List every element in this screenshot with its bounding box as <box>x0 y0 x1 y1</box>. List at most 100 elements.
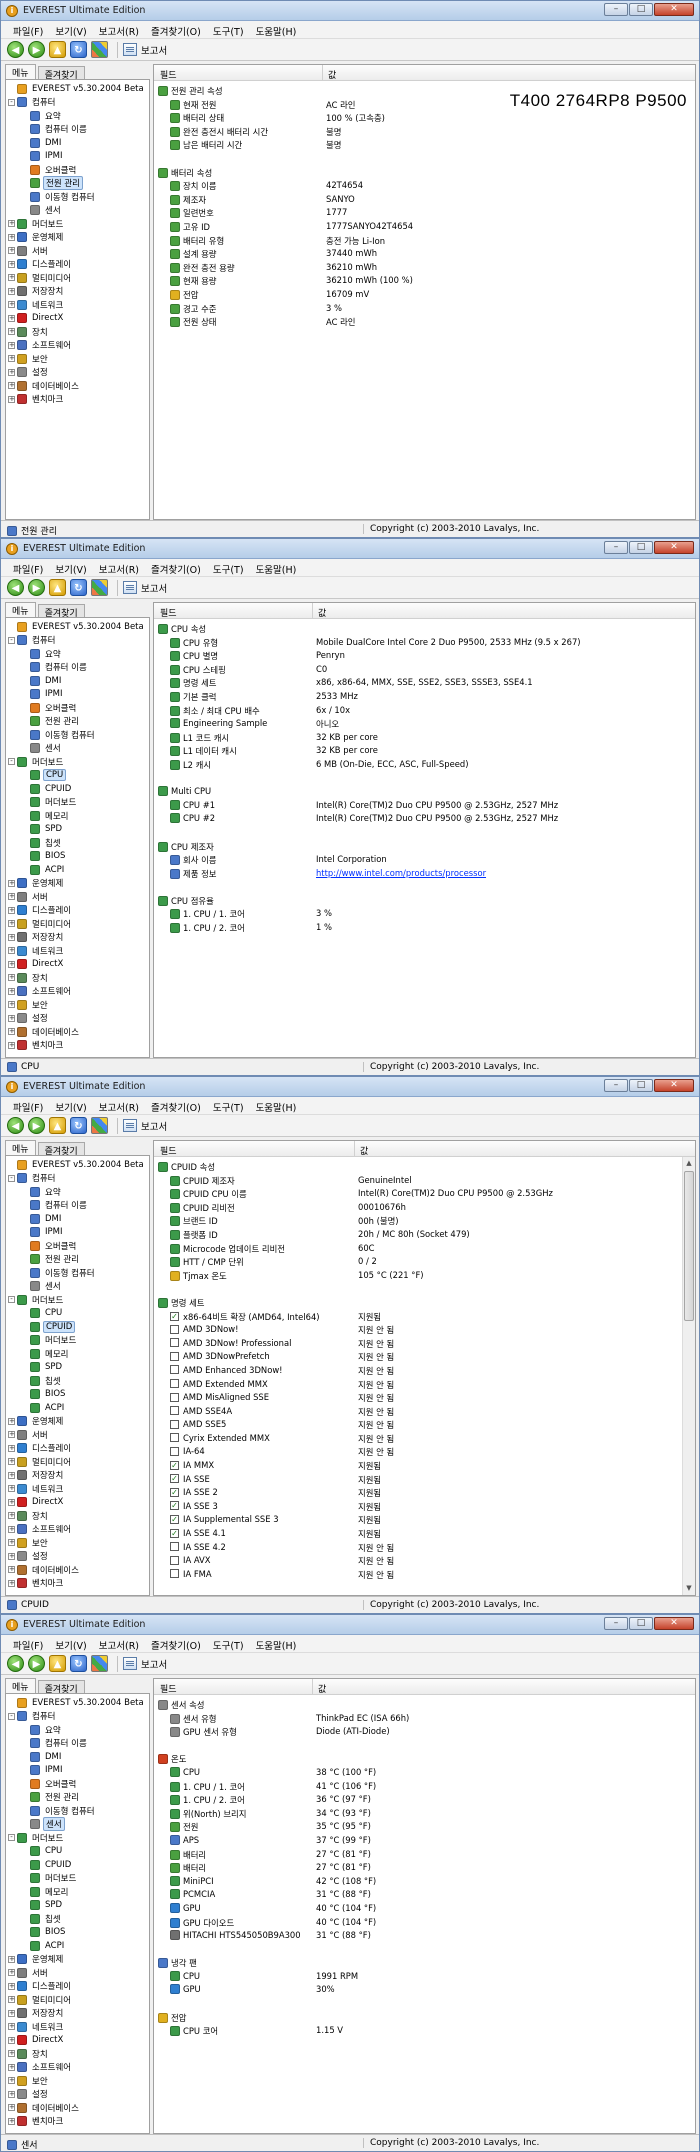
minimize-button[interactable]: – <box>604 3 628 16</box>
table-row[interactable]: GPU 센서 유형 Diode (ATI-Diode) <box>154 1725 695 1739</box>
expand-icon[interactable]: + <box>8 879 15 887</box>
menu-item[interactable]: 보고서(R) <box>93 1097 145 1114</box>
up-icon[interactable]: ▲ <box>49 1117 66 1134</box>
table-row[interactable]: AMD MisAligned SSE 지원 안 됨 <box>154 1391 695 1405</box>
tree-item[interactable]: + DirectX <box>6 958 149 972</box>
tree-item[interactable]: SPD <box>6 1361 149 1375</box>
refresh-icon[interactable]: ↻ <box>70 1655 87 1672</box>
menu-item[interactable]: 파일(F) <box>7 1635 49 1652</box>
forward-icon[interactable]: ▶ <box>28 1655 45 1672</box>
tree-item[interactable]: + 저장장치 <box>6 1469 149 1483</box>
column-value-header[interactable]: 값 <box>328 68 336 81</box>
expand-icon[interactable]: + <box>8 1028 15 1036</box>
expand-icon[interactable]: + <box>8 1431 15 1439</box>
minimize-button[interactable]: – <box>604 541 628 554</box>
menu-item[interactable]: 도구(T) <box>207 1635 250 1652</box>
tree-item[interactable]: + 설정 <box>6 1550 149 1564</box>
tree-item[interactable]: DMI <box>6 674 149 688</box>
close-button[interactable]: ✕ <box>654 1617 694 1630</box>
product-link[interactable]: http://www.intel.com/products/processor <box>316 868 486 878</box>
maximize-button[interactable]: □ <box>629 3 653 16</box>
tree-item[interactable]: + 디스플레이 <box>6 904 149 918</box>
tree-item[interactable]: 요약 <box>6 1185 149 1199</box>
tree-item[interactable]: + 설정 <box>6 2088 149 2102</box>
expand-icon[interactable]: + <box>8 1552 15 1560</box>
table-row[interactable]: ✓ IA Supplemental SSE 3 지원됨 <box>154 1513 695 1527</box>
tree-item[interactable]: 이동형 컴퓨터 <box>6 1266 149 1280</box>
expand-icon[interactable]: + <box>8 1444 15 1452</box>
menu-item[interactable]: 보고서(R) <box>93 1635 145 1652</box>
tree-item[interactable]: + 장치 <box>6 971 149 985</box>
tree-item[interactable]: 컴퓨터 이름 <box>6 123 149 137</box>
tree-item[interactable]: BIOS <box>6 1926 149 1940</box>
expand-icon[interactable]: + <box>8 341 15 349</box>
table-row[interactable]: 배터리 27 °C (81 °F) <box>154 1861 695 1875</box>
section-row[interactable]: 전압 <box>154 2011 695 2025</box>
column-value-header[interactable]: 값 <box>318 1682 326 1695</box>
tree-item[interactable]: + 멀티미디어 <box>6 271 149 285</box>
expand-icon[interactable]: + <box>8 274 15 282</box>
report-button[interactable]: 보고서 <box>123 581 167 595</box>
expand-icon[interactable]: + <box>8 301 15 309</box>
tree-item[interactable]: CPU <box>6 769 149 783</box>
tree-item[interactable]: 요약 <box>6 1723 149 1737</box>
section-row[interactable]: CPU 점유율 <box>154 894 695 908</box>
tree-item[interactable]: 오버클럭 <box>6 1777 149 1791</box>
tree-item[interactable]: 요약 <box>6 109 149 123</box>
section-row[interactable]: Multi CPU <box>154 785 695 799</box>
table-row[interactable]: 경고 수준 3 % <box>154 302 695 316</box>
table-row[interactable]: 전원 상태 AC 라인 <box>154 315 695 329</box>
tree-item[interactable]: + 장치 <box>6 2047 149 2061</box>
tree-item[interactable]: + 디스플레이 <box>6 1442 149 1456</box>
tab-menu[interactable]: 메뉴 <box>5 64 36 79</box>
table-row[interactable]: 남은 배터리 시간 불명 <box>154 138 695 152</box>
table-row[interactable]: CPU 38 °C (100 °F) <box>154 1766 695 1780</box>
table-row[interactable]: 센서 유형 ThinkPad EC (ISA 66h) <box>154 1712 695 1726</box>
tree-item[interactable]: + 벤치마크 <box>6 2115 149 2129</box>
tab-favorites[interactable]: 즐겨찾기 <box>37 604 85 619</box>
table-row[interactable]: CPU #1 Intel(R) Core(TM)2 Duo CPU P9500 @… <box>154 799 695 813</box>
expand-icon[interactable]: + <box>8 2036 15 2044</box>
tree-item[interactable]: + 설정 <box>6 1012 149 1026</box>
tree-item[interactable]: + 운영체제 <box>6 877 149 891</box>
menu-item[interactable]: 보고서(R) <box>93 559 145 576</box>
column-field-header[interactable]: 필드 <box>160 68 177 81</box>
table-row[interactable]: ✓ IA SSE 2 지원됨 <box>154 1486 695 1500</box>
table-row[interactable]: ✓ IA MMX 지원됨 <box>154 1459 695 1473</box>
users-icon[interactable] <box>91 41 108 58</box>
table-row[interactable]: GPU 30% <box>154 1983 695 1997</box>
scroll-up-icon[interactable]: ▲ <box>683 1157 695 1170</box>
expand-icon[interactable]: + <box>8 1471 15 1479</box>
tree-item[interactable]: CPUID <box>6 1858 149 1872</box>
table-row[interactable]: AMD SSE5 지원 안 됨 <box>154 1418 695 1432</box>
table-row[interactable]: 배터리 상태 100 % (고속충) <box>154 111 695 125</box>
expand-icon[interactable]: + <box>8 2117 15 2125</box>
tree-item[interactable]: 컴퓨터 이름 <box>6 1737 149 1751</box>
table-row[interactable]: 1. CPU / 2. 코어 36 °C (97 °F) <box>154 1793 695 1807</box>
table-row[interactable]: 완전 충전 용량 36210 mWh <box>154 261 695 275</box>
section-row[interactable]: 냉각 팬 <box>154 1956 695 1970</box>
table-row[interactable]: 플랫폼 ID 20h / MC 80h (Socket 479) <box>154 1228 695 1242</box>
menu-item[interactable]: 도움말(H) <box>250 1635 303 1652</box>
maximize-button[interactable]: □ <box>629 541 653 554</box>
table-row[interactable]: 완전 충전시 배터리 시간 불명 <box>154 125 695 139</box>
table-row[interactable]: Microcode 업데이트 리비전 60C <box>154 1242 695 1256</box>
table-row[interactable]: IA-64 지원 안 됨 <box>154 1445 695 1459</box>
tree-item[interactable]: + 보안 <box>6 1536 149 1550</box>
table-row[interactable]: CPU 스테핑 C0 <box>154 663 695 677</box>
table-row[interactable]: GPU 다이오드 40 °C (104 °F) <box>154 1916 695 1930</box>
menu-item[interactable]: 보기(V) <box>49 1097 92 1114</box>
table-row[interactable]: 고유 ID 1777SANYO42T4654 <box>154 220 695 234</box>
title-bar[interactable]: i EVEREST Ultimate Edition – □ ✕ <box>1 1077 699 1097</box>
column-value-header[interactable]: 값 <box>318 606 326 619</box>
tree-item[interactable]: + 장치 <box>6 1509 149 1523</box>
expand-icon[interactable]: + <box>8 1458 15 1466</box>
tree-item[interactable]: + 데이터베이스 <box>6 2101 149 2115</box>
tree-item[interactable]: 칩셋 <box>6 1374 149 1388</box>
tree-item[interactable]: + 네트워크 <box>6 2020 149 2034</box>
table-row[interactable]: 일련번호 1777 <box>154 206 695 220</box>
expand-icon[interactable]: + <box>8 947 15 955</box>
tree-item[interactable]: + 운영체제 <box>6 1953 149 1967</box>
tree-item[interactable]: + 데이터베이스 <box>6 1025 149 1039</box>
tree-item[interactable]: - 컴퓨터 <box>6 96 149 110</box>
